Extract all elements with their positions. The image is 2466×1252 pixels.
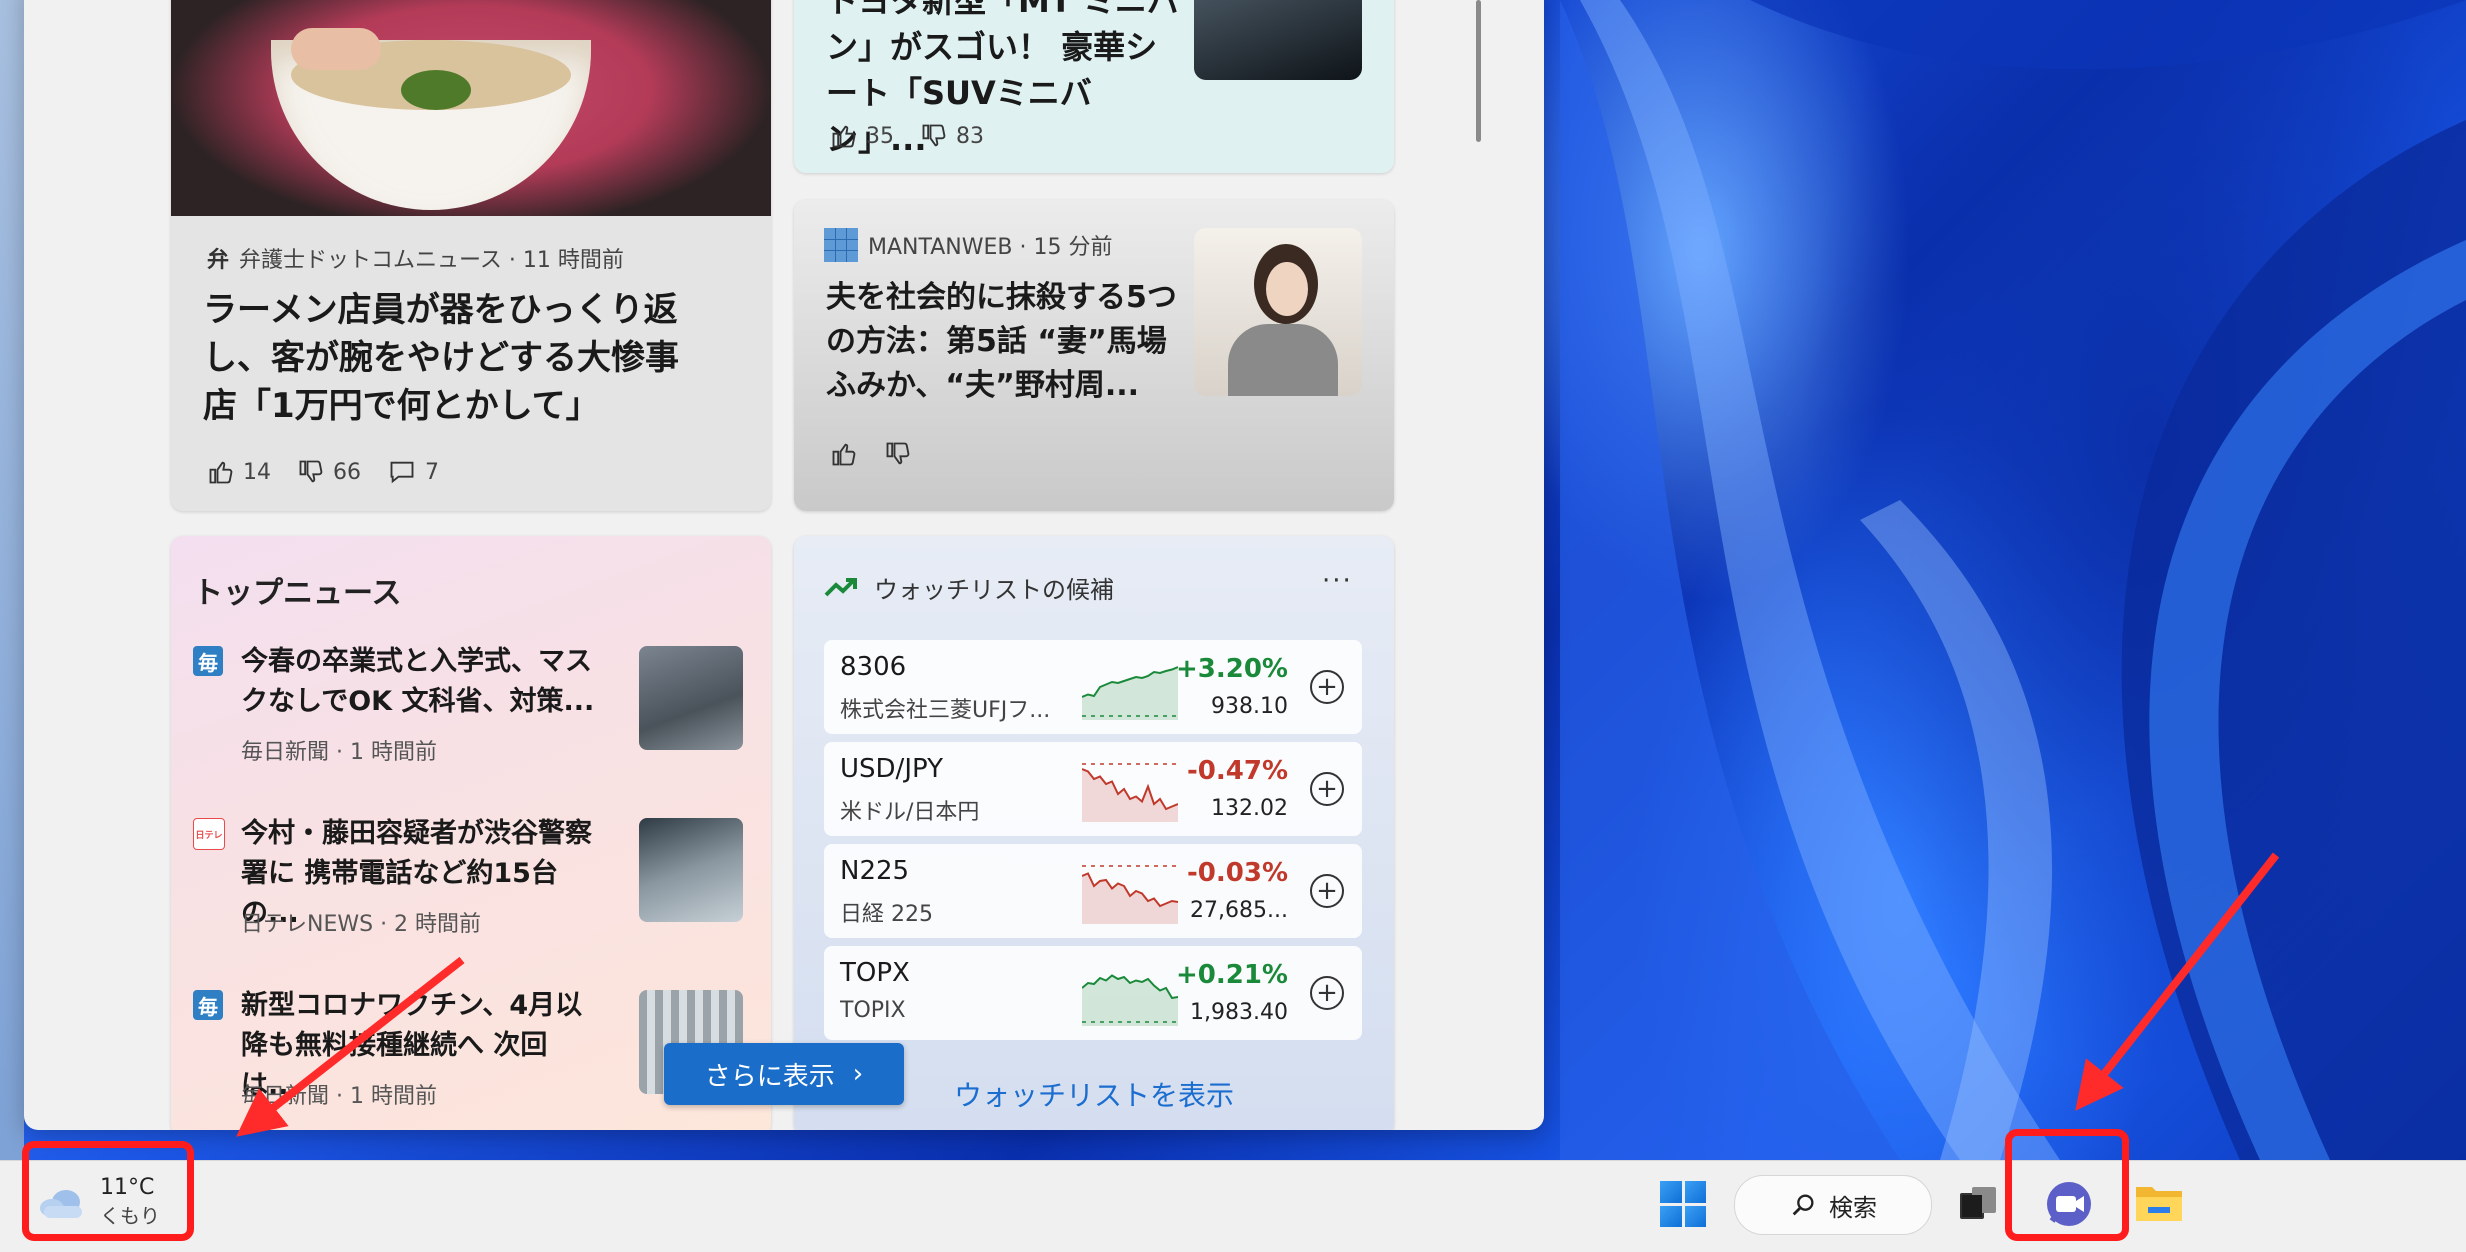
dislike-button[interactable]: 83 <box>920 122 984 150</box>
see-more-button[interactable]: さらに表示 › <box>664 1043 904 1105</box>
stock-sparkline <box>1082 763 1178 822</box>
stock-change: -0.47% <box>1187 756 1288 786</box>
top-news-item[interactable]: 毎 今春の卒業式と入学式、マスクなしでOK 文科省、対策... 毎日新聞 · 1… <box>193 642 753 802</box>
news-meta: 日テレNEWS · 2 時間前 <box>241 912 482 937</box>
thumbs-down-icon <box>886 442 910 465</box>
card-title[interactable]: 夫を社会的に抹殺する5つの方法：第5話 “妻”馬場ふみか、“夫”野村周... <box>826 276 1186 408</box>
stock-symbol: USD/JPY <box>840 754 943 784</box>
dislike-button[interactable]: 66 <box>297 458 361 486</box>
start-windows-icon[interactable] <box>1660 1181 1706 1227</box>
source-logo: 弁 <box>207 248 230 273</box>
like-button[interactable] <box>830 440 858 468</box>
actress-thumbnail <box>1194 228 1362 396</box>
stock-row[interactable]: N225 日経 225 -0.03% 27,685... + <box>824 844 1362 938</box>
source-label: 弁護士ドットコムニュース · 11 時間前 <box>239 248 624 273</box>
thumbs-down-icon <box>299 460 323 483</box>
taskbar-search-button[interactable]: 検索 <box>1734 1175 1932 1235</box>
stock-symbol: 8306 <box>840 652 907 682</box>
news-card-ramen[interactable]: 弁 弁護士ドットコムニュース · 11 時間前 ラーメン店員が器をひっくり返し、… <box>171 0 771 511</box>
thumbs-up-icon <box>209 461 233 484</box>
stock-price: 27,685... <box>1190 898 1288 923</box>
stock-sparkline <box>1082 666 1178 720</box>
widgets-panel: 弁 弁護士ドットコムニュース · 11 時間前 ラーメン店員が器をひっくり返し、… <box>24 0 1544 1130</box>
card-reactions: 35 83 <box>830 122 984 150</box>
stock-trend-icon <box>824 577 857 596</box>
stock-symbol: TOPX <box>840 958 910 988</box>
highlight-box-chat <box>2005 1129 2129 1241</box>
stock-name: 米ドル/日本円 <box>840 800 980 825</box>
stock-price: 938.10 <box>1211 694 1288 719</box>
stock-price: 1,983.40 <box>1190 1000 1288 1025</box>
stock-sparkline <box>1082 974 1178 1026</box>
watchlist-heading: ウォッチリストの候補 <box>824 570 1114 605</box>
mainichi-logo-icon: 毎 <box>193 646 223 676</box>
stock-change: +0.21% <box>1176 960 1288 990</box>
stock-symbol: N225 <box>840 856 910 886</box>
add-to-watchlist-icon[interactable]: + <box>1310 976 1344 1010</box>
dislike-button[interactable] <box>884 440 912 468</box>
car-thumbnail <box>1194 0 1362 80</box>
add-to-watchlist-icon[interactable]: + <box>1310 772 1344 806</box>
news-title[interactable]: 今春の卒業式と入学式、マスクなしでOK 文科省、対策... <box>241 642 601 722</box>
add-to-watchlist-icon[interactable]: + <box>1310 874 1344 908</box>
highlight-box-weather <box>22 1141 194 1241</box>
stock-price: 132.02 <box>1211 796 1288 821</box>
stock-name: TOPIX <box>840 998 906 1023</box>
top-news-heading: トップニュース <box>193 576 402 611</box>
thumbs-up-icon <box>832 125 856 148</box>
thumbs-down-icon <box>922 124 946 147</box>
top-news-card: トップニュース 毎 今春の卒業式と入学式、マスクなしでOK 文科省、対策... … <box>171 536 771 1130</box>
watchlist-card: ウォッチリストの候補 ··· 8306 株式会社三菱UFJフ... +3.20%… <box>794 536 1394 1130</box>
news-card-toyota[interactable]: トヨタ新型「MT ミニバン」がスゴい！ 豪華シート「SUVミニバン」... 35… <box>794 0 1394 173</box>
stock-row[interactable]: TOPX TOPIX +0.21% 1,983.40 + <box>824 946 1362 1040</box>
chevron-right-icon: › <box>852 1059 864 1089</box>
like-button[interactable]: 35 <box>830 122 894 150</box>
desktop-edge <box>0 0 24 1160</box>
source-label: MANTANWEB · 15 分前 <box>868 235 1113 260</box>
stock-name: 日経 225 <box>840 902 933 927</box>
stock-sparkline <box>1082 865 1178 924</box>
like-button[interactable]: 14 <box>207 458 271 486</box>
card-title[interactable]: ラーメン店員が器をひっくり返し、客が腕をやけどする大惨事 店「1万円で何とかして… <box>203 286 723 430</box>
view-watchlist-link[interactable]: ウォッチリストを表示 <box>954 1074 1234 1114</box>
more-options-button[interactable]: ··· <box>1322 566 1353 596</box>
comment-icon <box>390 461 414 484</box>
card-reactions: 14 66 7 <box>207 458 439 486</box>
file-explorer-icon[interactable] <box>2134 1181 2184 1225</box>
top-news-item[interactable]: 日テレ 今村・藤田容疑者が渋谷警察署に 携帯電話など約15台の... 日テレNE… <box>193 814 753 974</box>
mantanweb-logo <box>824 228 858 262</box>
ntv-news-logo-icon: 日テレ <box>193 818 225 850</box>
add-to-watchlist-icon[interactable]: + <box>1310 670 1344 704</box>
card-source: 弁 弁護士ドットコムニュース · 11 時間前 <box>207 242 624 274</box>
building-thumbnail <box>639 646 743 750</box>
mainichi-logo-icon: 毎 <box>193 990 223 1020</box>
search-icon <box>1792 1194 1814 1216</box>
comment-button[interactable]: 7 <box>387 458 439 486</box>
panel-scrollbar[interactable] <box>1476 0 1481 142</box>
people-thumbnail <box>639 818 743 922</box>
stock-change: -0.03% <box>1187 858 1288 888</box>
news-meta: 毎日新聞 · 1 時間前 <box>241 1084 437 1109</box>
task-view-icon[interactable] <box>1958 1183 1998 1223</box>
stock-change: +3.20% <box>1176 654 1288 684</box>
sparkline-area <box>1082 873 1178 924</box>
stock-row[interactable]: USD/JPY 米ドル/日本円 -0.47% 132.02 + <box>824 742 1362 836</box>
news-card-mantan[interactable]: MANTANWEB · 15 分前 夫を社会的に抹殺する5つの方法：第5話 “妻… <box>794 200 1394 511</box>
card-source: MANTANWEB · 15 分前 <box>824 228 1112 262</box>
thumbs-up-icon <box>832 443 856 466</box>
news-meta: 毎日新聞 · 1 時間前 <box>241 740 437 765</box>
stock-name: 株式会社三菱UFJフ... <box>840 698 1051 723</box>
stock-row[interactable]: 8306 株式会社三菱UFJフ... +3.20% 938.10 + <box>824 640 1362 734</box>
card-reactions <box>830 440 912 468</box>
ramen-photo <box>171 0 771 216</box>
